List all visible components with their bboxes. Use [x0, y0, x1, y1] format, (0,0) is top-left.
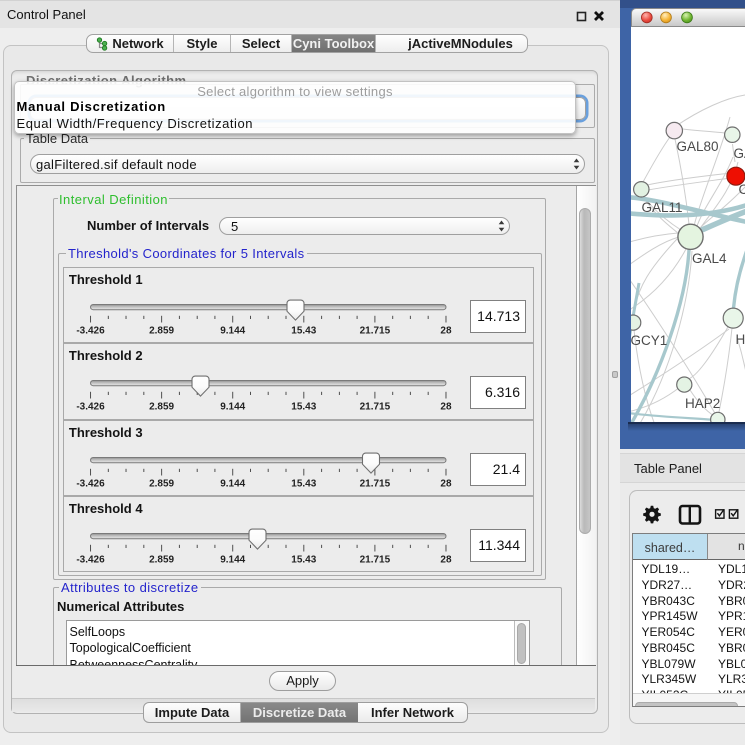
svg-text:-3.426: -3.426: [76, 402, 105, 413]
svg-text:28: 28: [440, 402, 452, 413]
svg-text:28: 28: [440, 325, 452, 336]
svg-text:2.859: 2.859: [149, 554, 174, 565]
svg-text:-3.426: -3.426: [76, 554, 105, 565]
svg-text:2.859: 2.859: [149, 325, 174, 336]
svg-text:21.715: 21.715: [359, 554, 390, 565]
svg-text:C: C: [739, 182, 745, 197]
svg-text:GA: GA: [734, 146, 745, 161]
svg-text:GAL80: GAL80: [677, 139, 719, 154]
svg-text:-3.426: -3.426: [76, 325, 105, 336]
svg-text:HAP2: HAP2: [685, 396, 720, 411]
svg-text:21.715: 21.715: [359, 402, 390, 413]
svg-text:H: H: [736, 332, 745, 347]
svg-text:28: 28: [440, 478, 452, 489]
svg-text:GAL11: GAL11: [642, 200, 683, 215]
svg-text:9.144: 9.144: [220, 478, 245, 489]
svg-text:15.43: 15.43: [291, 325, 316, 336]
svg-text:15.43: 15.43: [291, 554, 316, 565]
svg-text:15.43: 15.43: [291, 402, 316, 413]
svg-text:-3.426: -3.426: [76, 478, 105, 489]
svg-text:2.859: 2.859: [149, 402, 174, 413]
svg-text:15.43: 15.43: [291, 478, 316, 489]
svg-text:GCY1: GCY1: [631, 333, 667, 348]
svg-text:9.144: 9.144: [220, 402, 245, 413]
svg-text:GAL4: GAL4: [692, 251, 727, 266]
svg-text:21.715: 21.715: [359, 325, 390, 336]
svg-text:21.715: 21.715: [359, 478, 390, 489]
svg-text:28: 28: [440, 554, 452, 565]
svg-text:9.144: 9.144: [220, 554, 245, 565]
svg-text:9.144: 9.144: [220, 325, 245, 336]
svg-text:2.859: 2.859: [149, 478, 174, 489]
